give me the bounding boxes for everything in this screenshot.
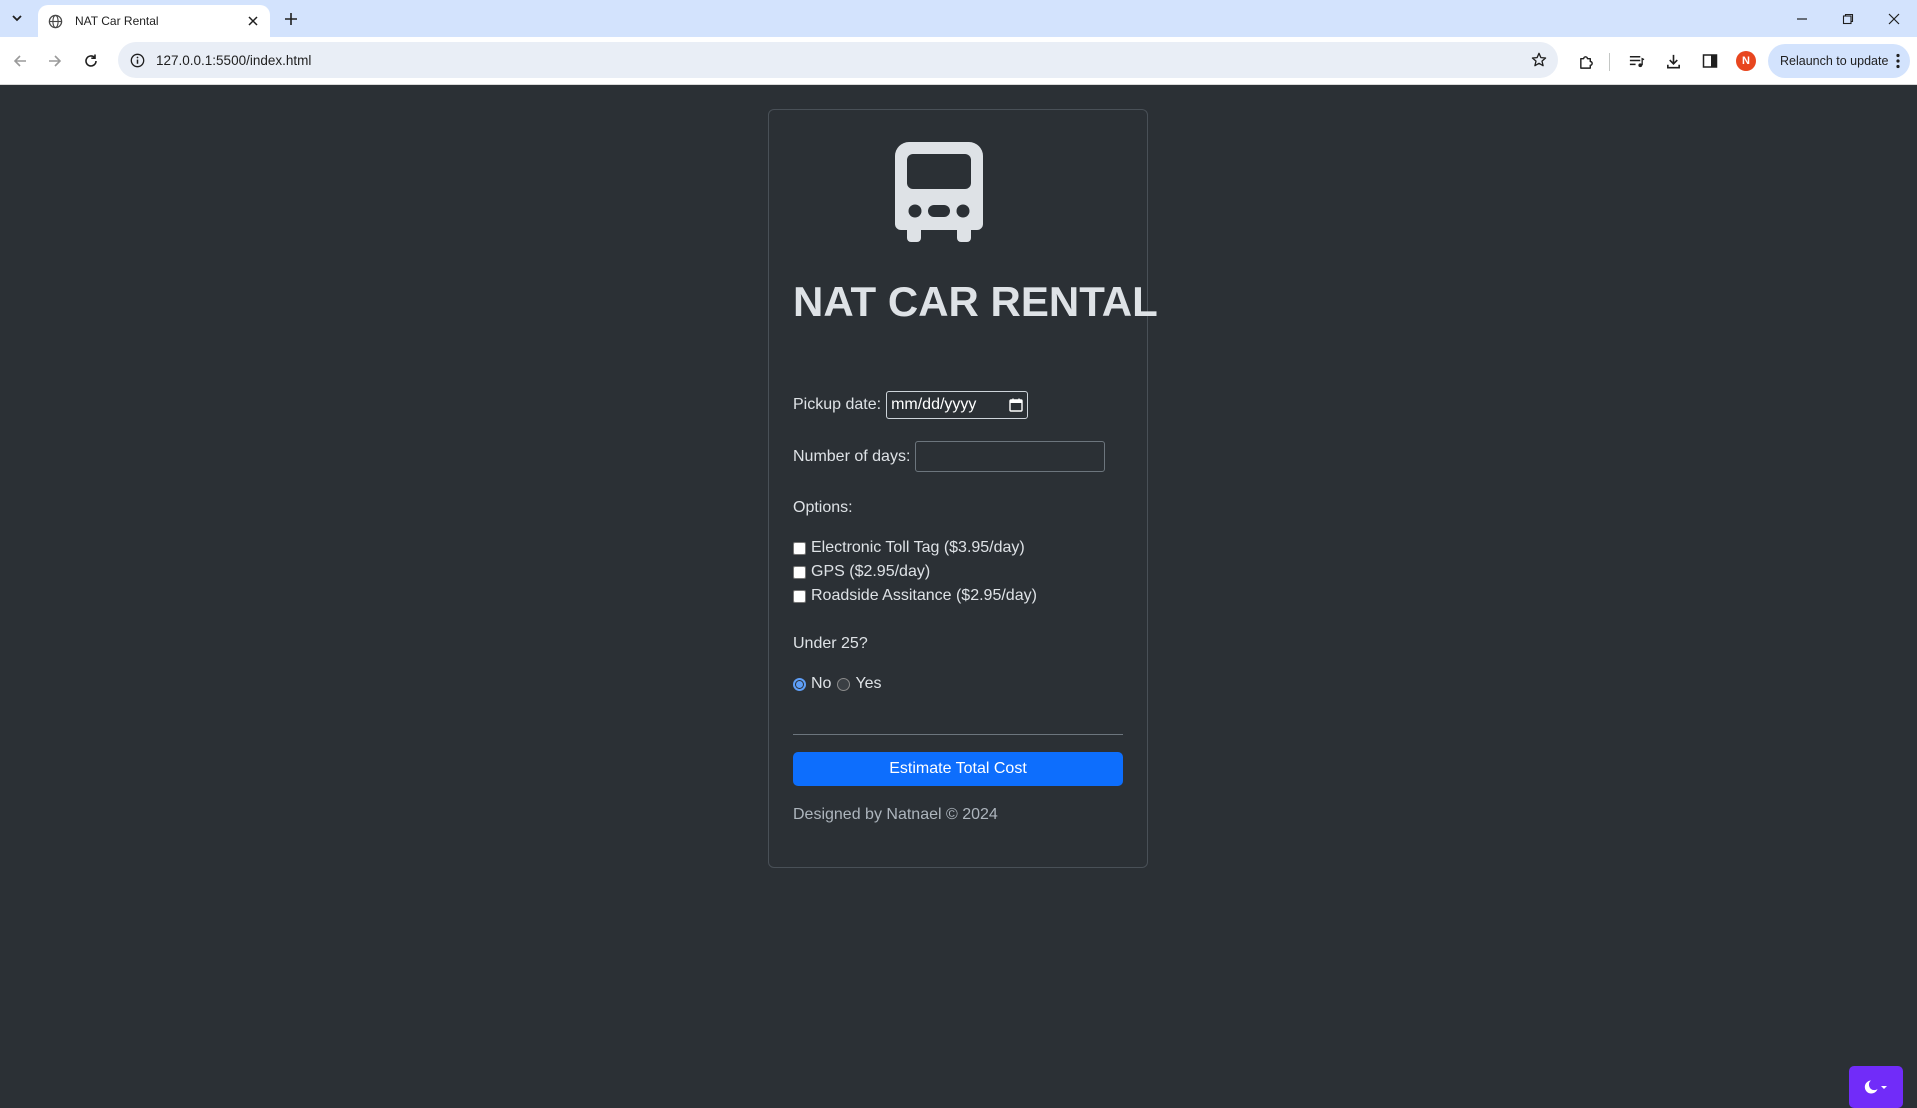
under25-heading: Under 25? [793,635,868,652]
back-button[interactable] [7,48,33,74]
relaunch-label: Relaunch to update [1780,54,1889,68]
page-title: NAT CAR RENTAL [793,278,1158,325]
restore-icon [1842,13,1854,24]
forward-button[interactable] [42,48,68,74]
close-window-button[interactable] [1871,0,1917,37]
close-icon[interactable] [244,12,262,30]
minimize-icon [1797,17,1807,20]
arrow-right-icon [49,55,62,67]
extensions-puzzle-icon[interactable] [1573,48,1599,74]
browser-toolbar: 127.0.0.1:5500/index.html N Relaunch to … [0,37,1917,85]
page-content: NAT CAR RENTAL Pickup date: mm/dd/yyyy N… [0,86,1917,1108]
gps-label: GPS ($2.95/day) [811,563,931,580]
under25-yes-label: Yes [855,675,882,692]
under25-no-label: No [811,675,832,692]
arrow-left-icon [13,55,26,67]
theme-toggle-button[interactable] [1849,1066,1903,1108]
gps-checkbox[interactable] [793,565,806,579]
tab-search-button[interactable] [4,6,30,30]
roadside-checkbox[interactable] [793,589,806,603]
under25-radio-group: No Yes [793,675,882,693]
options-heading: Options: [793,499,853,516]
tab-title: NAT Car Rental [75,14,159,28]
toll-tag-checkbox[interactable] [793,541,806,555]
pickup-date-row: Pickup date: mm/dd/yyyy [793,391,1029,419]
moon-icon [1864,1080,1887,1094]
site-info-icon[interactable] [128,51,146,69]
new-tab-button[interactable] [278,7,304,31]
form-divider [793,734,1123,735]
days-label: Number of days: [793,447,911,465]
tab-strip: NAT Car Rental [0,0,1917,37]
media-queue-icon[interactable] [1623,48,1649,74]
option-roadside[interactable]: Roadside Assitance ($2.95/day) [793,587,1037,605]
toll-tag-label: Electronic Toll Tag ($3.95/day) [811,539,1025,556]
side-panel-icon[interactable] [1697,48,1723,74]
bookmark-star-icon[interactable] [1524,45,1554,75]
radio-dot [796,680,803,688]
bus-front-icon [895,142,983,242]
download-icon[interactable] [1660,48,1686,74]
address-bar[interactable]: 127.0.0.1:5500/index.html [118,42,1558,78]
option-gps[interactable]: GPS ($2.95/day) [793,563,930,581]
chevron-down-icon [12,15,22,22]
footer-credit: Designed by Natnael © 2024 [793,806,998,823]
reload-button[interactable] [78,48,104,74]
under25-no-radio[interactable] [793,677,806,691]
profile-avatar[interactable]: N [1736,51,1756,71]
minimize-button[interactable] [1779,0,1825,37]
date-placeholder: mm/dd/yyyy [891,396,977,413]
more-vert-icon [1896,53,1900,72]
pickup-date-label: Pickup date: [793,396,882,413]
pickup-date-input[interactable]: mm/dd/yyyy [886,391,1029,419]
url-text: 127.0.0.1:5500/index.html [156,52,312,68]
plus-icon [285,13,297,25]
estimate-total-cost-button[interactable]: Estimate Total Cost [793,752,1123,786]
option-toll-tag[interactable]: Electronic Toll Tag ($3.95/day) [793,539,1025,557]
close-icon [1888,13,1900,24]
days-row: Number of days: [793,441,1106,472]
window-controls [1779,0,1917,37]
reload-icon [85,54,97,67]
restore-button[interactable] [1825,0,1871,37]
calendar-icon[interactable] [1009,398,1023,412]
under25-yes-radio[interactable] [837,677,851,691]
globe-icon [47,13,63,29]
number-of-days-input[interactable] [915,441,1106,472]
relaunch-to-update-button[interactable]: Relaunch to update [1768,44,1910,78]
browser-tab[interactable]: NAT Car Rental [38,5,270,37]
roadside-label: Roadside Assitance ($2.95/day) [811,587,1037,604]
rental-form-card: NAT CAR RENTAL Pickup date: mm/dd/yyyy N… [768,109,1158,868]
toolbar-divider [1609,53,1610,71]
